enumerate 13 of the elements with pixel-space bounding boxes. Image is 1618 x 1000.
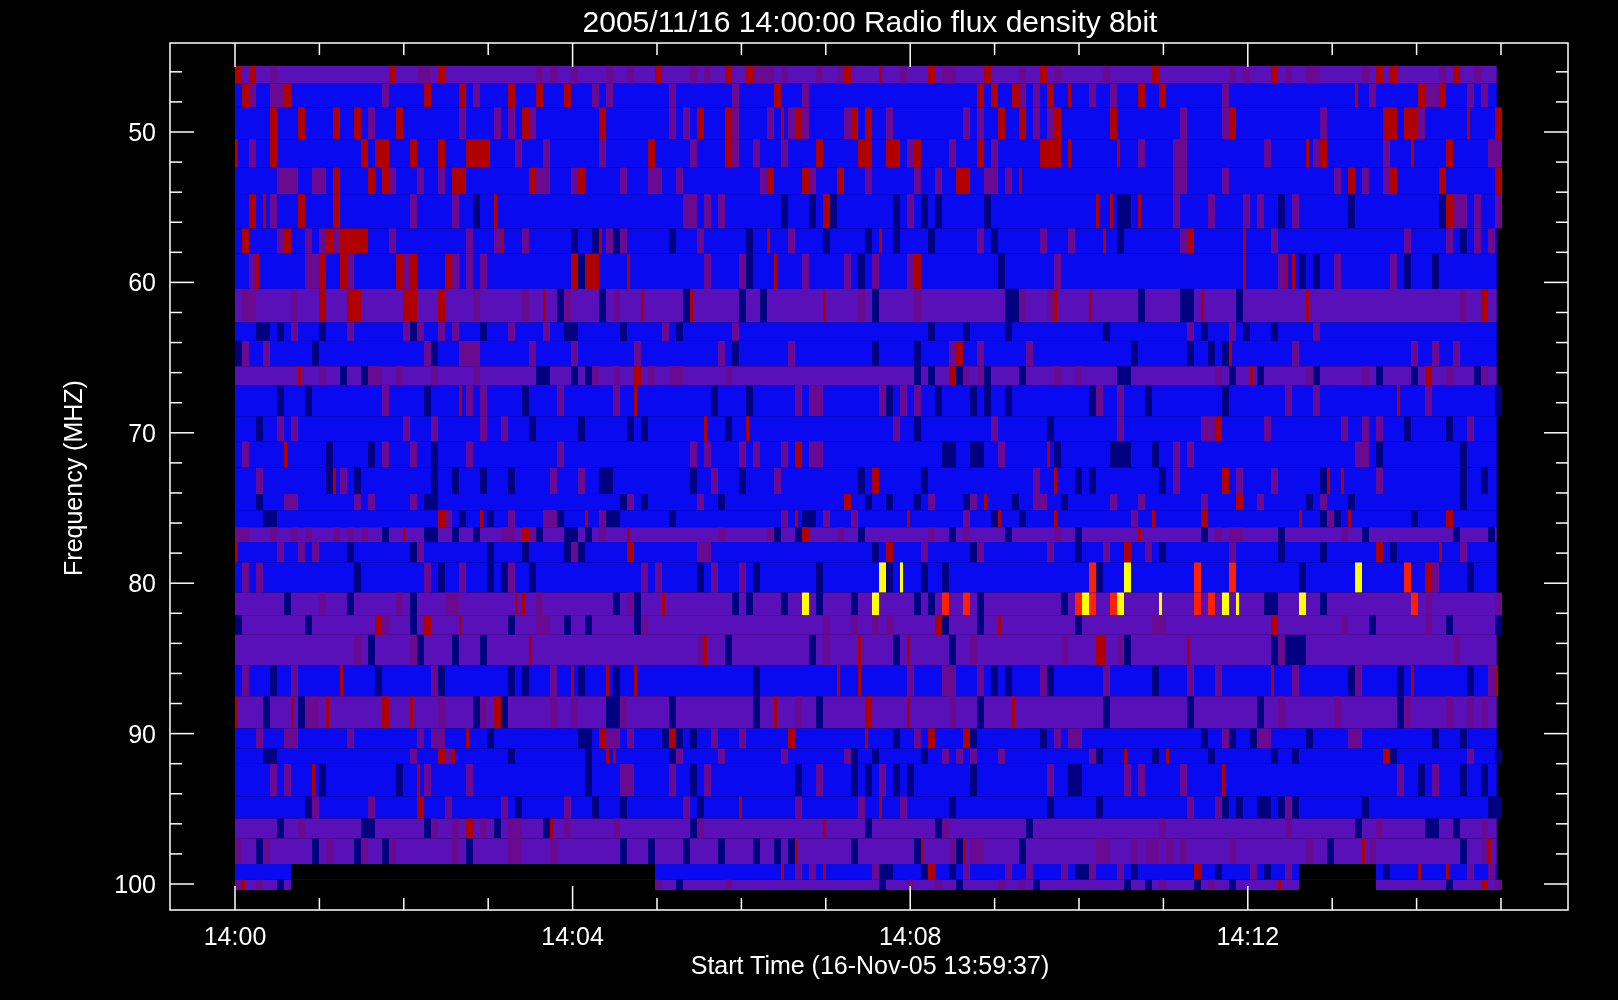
chart-title: 2005/11/16 14:00:00 Radio flux density 8bit — [582, 5, 1158, 38]
x-tick-label: 14:08 — [878, 922, 942, 950]
y-tick-label: 50 — [128, 118, 156, 146]
x-tick-label: 14:04 — [541, 922, 604, 950]
y-tick-label: 60 — [128, 268, 156, 297]
x-tick-label: 14:12 — [1216, 922, 1280, 950]
y-axis-label: Frequency (MHZ) — [59, 380, 87, 576]
y-tick-label: 90 — [128, 719, 156, 748]
x-tick-label: 14:00 — [203, 922, 267, 950]
x-axis-label: Start Time (16-Nov-05 13:59:37) — [690, 951, 1050, 979]
y-tick-label: 70 — [128, 418, 156, 447]
y-tick-label: 100 — [114, 870, 156, 898]
y-tick-label: 80 — [128, 569, 156, 598]
